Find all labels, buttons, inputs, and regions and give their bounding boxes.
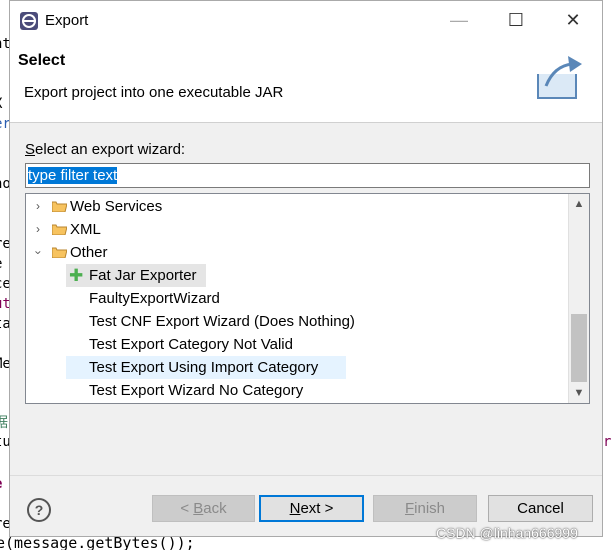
next-button[interactable]: Next > xyxy=(259,495,364,522)
chevron-down-icon[interactable]: › xyxy=(27,247,50,259)
help-icon[interactable]: ? xyxy=(27,498,51,522)
back-button[interactable]: < Back xyxy=(152,495,255,522)
export-dialog: Export — ☐ ✕ Select Export project into … xyxy=(9,0,603,537)
tree-item-label: XML xyxy=(70,221,101,238)
scroll-thumb[interactable] xyxy=(571,314,587,382)
filter-text: type filter text xyxy=(28,167,118,184)
filter-input[interactable]: type filter text xyxy=(25,163,590,188)
tree-item-test-no-category[interactable]: Test Export Wizard No Category xyxy=(66,379,366,402)
code-fragment: e xyxy=(0,256,2,272)
tree-item-label: Test Export Using Import Category xyxy=(89,359,319,376)
cancel-button[interactable]: Cancel xyxy=(488,495,593,522)
watermark: CSDN @linhan666999 xyxy=(436,525,578,541)
scroll-up-arrow-icon[interactable]: ▲ xyxy=(569,194,589,214)
mnemonic-letter: B xyxy=(193,500,204,517)
scroll-down-arrow-icon[interactable]: ▼ xyxy=(569,383,589,403)
tree-item-test-using-import[interactable]: Test Export Using Import Category xyxy=(66,356,346,379)
tree-scrollbar[interactable]: ▲ ▼ xyxy=(568,194,589,403)
code-fragment: X xyxy=(0,96,2,112)
chevron-right-icon[interactable]: › xyxy=(32,195,44,218)
tree-item-web-services[interactable]: › Web Services xyxy=(26,195,566,218)
label-text: elect an export wizard: xyxy=(35,141,186,158)
button-bar-separator xyxy=(10,475,602,476)
tree-item-xml[interactable]: › XML xyxy=(26,218,566,241)
folder-icon xyxy=(52,201,67,212)
export-banner-icon xyxy=(537,56,582,99)
tree-item-other[interactable]: › Other xyxy=(26,241,566,264)
tree-item-label: Web Services xyxy=(70,198,163,215)
select-wizard-label: Select an export wizard: xyxy=(25,141,185,158)
page-description: Export project into one executable JAR xyxy=(24,84,284,101)
back-prefix: < xyxy=(180,500,194,517)
finish-label: inish xyxy=(414,500,446,517)
plus-icon: ✚ xyxy=(69,266,84,285)
tree-item-label: Fat Jar Exporter xyxy=(89,267,197,284)
code-fragment: 据 xyxy=(0,415,8,431)
mnemonic-letter: F xyxy=(404,500,415,517)
tree-item-test-cnf[interactable]: Test CNF Export Wizard (Does Nothing) xyxy=(66,310,396,333)
next-label: ext > xyxy=(300,500,334,517)
eclipse-app-icon xyxy=(20,12,38,30)
tree-item-fat-jar-exporter[interactable]: ✚ Fat Jar Exporter xyxy=(66,264,206,287)
mnemonic-letter: N xyxy=(289,500,301,517)
chevron-right-icon[interactable]: › xyxy=(32,218,44,241)
tree-item-faulty-export-wizard[interactable]: FaultyExportWizard xyxy=(66,287,366,310)
finish-button[interactable]: Finish xyxy=(373,495,477,522)
maximize-button[interactable]: ☐ xyxy=(493,1,539,40)
back-label: ack xyxy=(203,500,227,517)
page-title: Select xyxy=(18,52,66,69)
code-fragment: e xyxy=(0,476,2,492)
tree-item-label: FaultyExportWizard xyxy=(89,290,220,307)
wizard-tree[interactable]: › Web Services › XML › Other ✚ Fat Jar E… xyxy=(25,193,590,404)
folder-icon xyxy=(52,224,67,235)
tree-item-label: Other xyxy=(70,244,108,261)
background-editor-right: r xyxy=(603,0,613,550)
window-title: Export xyxy=(45,12,89,29)
tree-item-label: Test Export Wizard No Category xyxy=(89,382,304,399)
title-bar: Export — ☐ ✕ xyxy=(10,1,602,40)
wizard-header: Select Export project into one executabl… xyxy=(10,40,602,123)
folder-open-icon xyxy=(52,247,67,258)
tree-item-label: Test Export Category Not Valid xyxy=(89,336,293,353)
tree-item-test-category-not-valid[interactable]: Test Export Category Not Valid xyxy=(66,333,366,356)
tree-item-label: Test CNF Export Wizard (Does Nothing) xyxy=(89,313,355,330)
close-button[interactable]: ✕ xyxy=(550,1,596,40)
code-fragment: r xyxy=(603,434,612,450)
mnemonic-letter: S xyxy=(25,141,36,158)
minimize-button[interactable]: — xyxy=(436,1,482,40)
